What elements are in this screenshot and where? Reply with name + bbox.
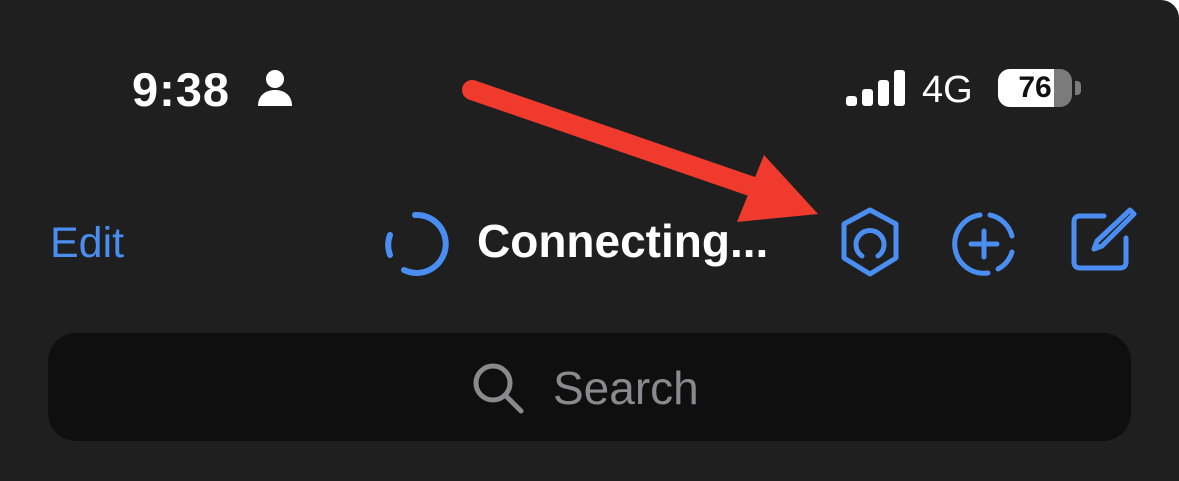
- battery-cap: [1075, 81, 1081, 95]
- compose-icon[interactable]: [1068, 206, 1138, 274]
- add-story-icon[interactable]: [950, 210, 1018, 278]
- person-icon: [258, 70, 292, 106]
- spinner-icon: [385, 211, 449, 276]
- network-type-label: 4G: [922, 69, 973, 111]
- edit-button[interactable]: Edit: [50, 216, 124, 270]
- search-placeholder: Search: [553, 362, 699, 414]
- shield-icon[interactable]: [838, 206, 902, 278]
- search-icon: [473, 363, 524, 414]
- battery-percentage: 76: [1018, 71, 1052, 104]
- battery-icon: 76: [998, 69, 1072, 107]
- app-screen: 9:38 4G 76 Edit Connecting... Search: [0, 0, 1179, 481]
- connection-status-title: Connecting...: [477, 215, 769, 267]
- status-time: 9:38: [132, 63, 231, 116]
- cellular-signal-icon: [846, 70, 905, 106]
